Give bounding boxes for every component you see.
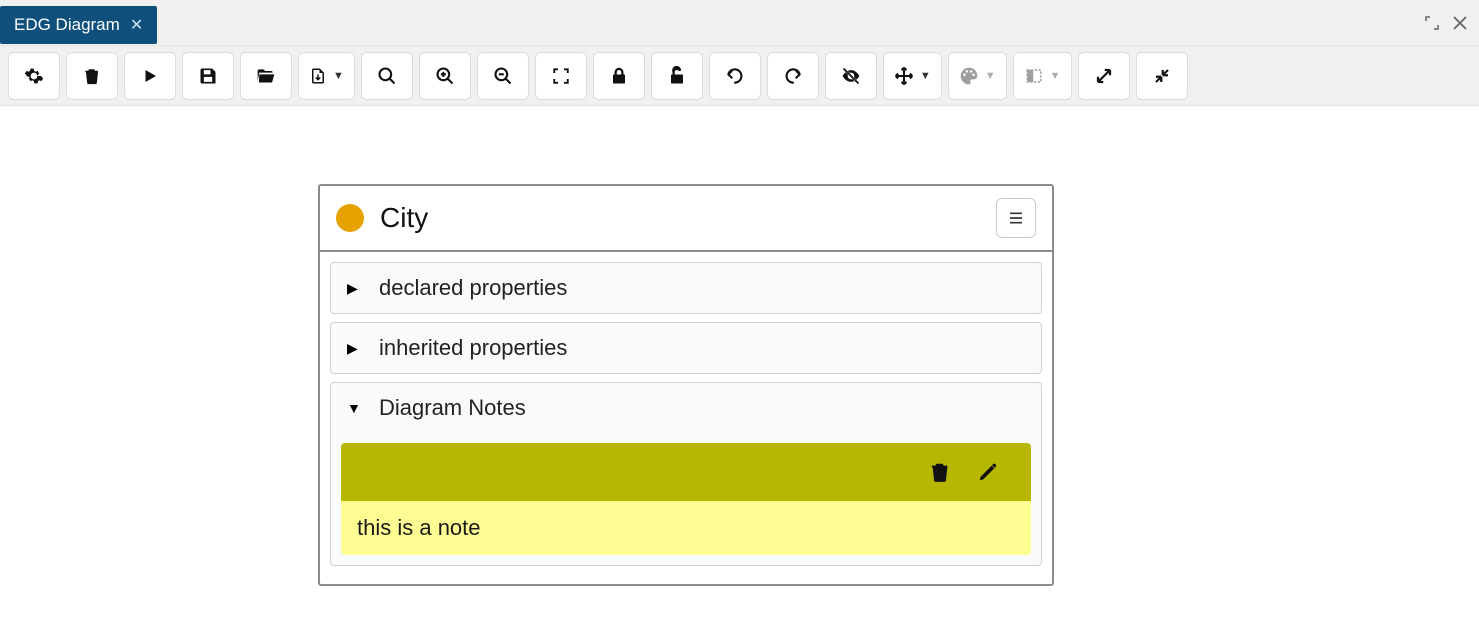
section-inherited-properties: ▶ inherited properties	[330, 322, 1042, 374]
close-tab-icon[interactable]: ✕	[130, 15, 143, 35]
app-header: EDG Diagram ✕	[0, 0, 1479, 46]
save-button[interactable]	[182, 52, 234, 100]
window-controls	[1423, 0, 1469, 45]
class-color-dot	[336, 204, 364, 232]
maximize-icon[interactable]	[1423, 14, 1441, 32]
close-panel-icon[interactable]	[1451, 14, 1469, 32]
folder-open-icon	[255, 66, 277, 86]
gear-icon	[24, 66, 44, 86]
zoom-out-icon	[493, 66, 513, 86]
diagram-canvas[interactable]: City ▶ declared properties ▶ inherited p…	[0, 106, 1479, 636]
undo-button[interactable]	[709, 52, 761, 100]
expand-icon	[1095, 67, 1113, 85]
unlock-button[interactable]	[651, 52, 703, 100]
layout-icon	[1024, 67, 1044, 85]
move-icon	[894, 66, 914, 86]
open-button[interactable]	[240, 52, 292, 100]
section-header-declared[interactable]: ▶ declared properties	[331, 263, 1041, 313]
fit-icon	[552, 67, 570, 85]
caret-right-icon: ▶	[347, 340, 361, 357]
search-button[interactable]	[361, 52, 413, 100]
note-toolbar	[341, 443, 1031, 501]
node-header: City	[320, 186, 1052, 252]
move-button[interactable]: ▼	[883, 52, 942, 100]
redo-button[interactable]	[767, 52, 819, 100]
collapse-button[interactable]	[1136, 52, 1188, 100]
zoom-in-icon	[435, 66, 455, 86]
unlock-icon	[668, 66, 686, 86]
layout-button[interactable]: ▼	[1013, 52, 1072, 100]
run-button[interactable]	[124, 52, 176, 100]
palette-icon	[959, 66, 979, 86]
lock-button[interactable]	[593, 52, 645, 100]
tab-bar: EDG Diagram ✕	[0, 0, 157, 45]
fit-button[interactable]	[535, 52, 587, 100]
play-icon	[141, 66, 159, 86]
export-button[interactable]: ▼	[298, 52, 355, 100]
redo-icon	[783, 66, 803, 86]
delete-note-button[interactable]	[929, 461, 951, 483]
caret-down-icon: ▼	[985, 70, 996, 82]
node-body: ▶ declared properties ▶ inherited proper…	[320, 252, 1052, 584]
toolbar: ▼	[0, 46, 1479, 106]
caret-down-icon: ▼	[1050, 70, 1061, 82]
expand-button[interactable]	[1078, 52, 1130, 100]
delete-button[interactable]	[66, 52, 118, 100]
node-title: City	[380, 202, 980, 234]
caret-down-icon: ▼	[347, 400, 361, 416]
node-menu-button[interactable]	[996, 198, 1036, 238]
collapse-icon	[1153, 67, 1171, 85]
section-diagram-notes: ▼ Diagram Notes this is a note	[330, 382, 1042, 566]
hide-button[interactable]	[825, 52, 877, 100]
zoom-in-button[interactable]	[419, 52, 471, 100]
settings-button[interactable]	[8, 52, 60, 100]
section-header-notes[interactable]: ▼ Diagram Notes	[331, 383, 1041, 433]
section-declared-properties: ▶ declared properties	[330, 262, 1042, 314]
diagram-node-city[interactable]: City ▶ declared properties ▶ inherited p…	[318, 184, 1054, 586]
section-label: declared properties	[379, 275, 567, 301]
section-label: inherited properties	[379, 335, 567, 361]
save-icon	[198, 66, 218, 86]
undo-icon	[725, 66, 745, 86]
edit-note-button[interactable]	[977, 461, 999, 483]
palette-button[interactable]: ▼	[948, 52, 1007, 100]
lock-icon	[610, 66, 628, 86]
tab-title: EDG Diagram	[14, 15, 120, 35]
file-export-icon	[309, 66, 327, 86]
caret-down-icon: ▼	[920, 70, 931, 82]
search-icon	[377, 66, 397, 86]
section-label: Diagram Notes	[379, 395, 526, 421]
eye-slash-icon	[840, 66, 862, 86]
trash-icon	[83, 66, 101, 86]
section-header-inherited[interactable]: ▶ inherited properties	[331, 323, 1041, 373]
note-card: this is a note	[341, 443, 1031, 555]
caret-down-icon: ▼	[333, 70, 344, 82]
tab-edg-diagram[interactable]: EDG Diagram ✕	[0, 6, 157, 44]
hamburger-icon	[1007, 210, 1025, 226]
zoom-out-button[interactable]	[477, 52, 529, 100]
caret-right-icon: ▶	[347, 280, 361, 297]
note-text: this is a note	[341, 501, 1031, 555]
